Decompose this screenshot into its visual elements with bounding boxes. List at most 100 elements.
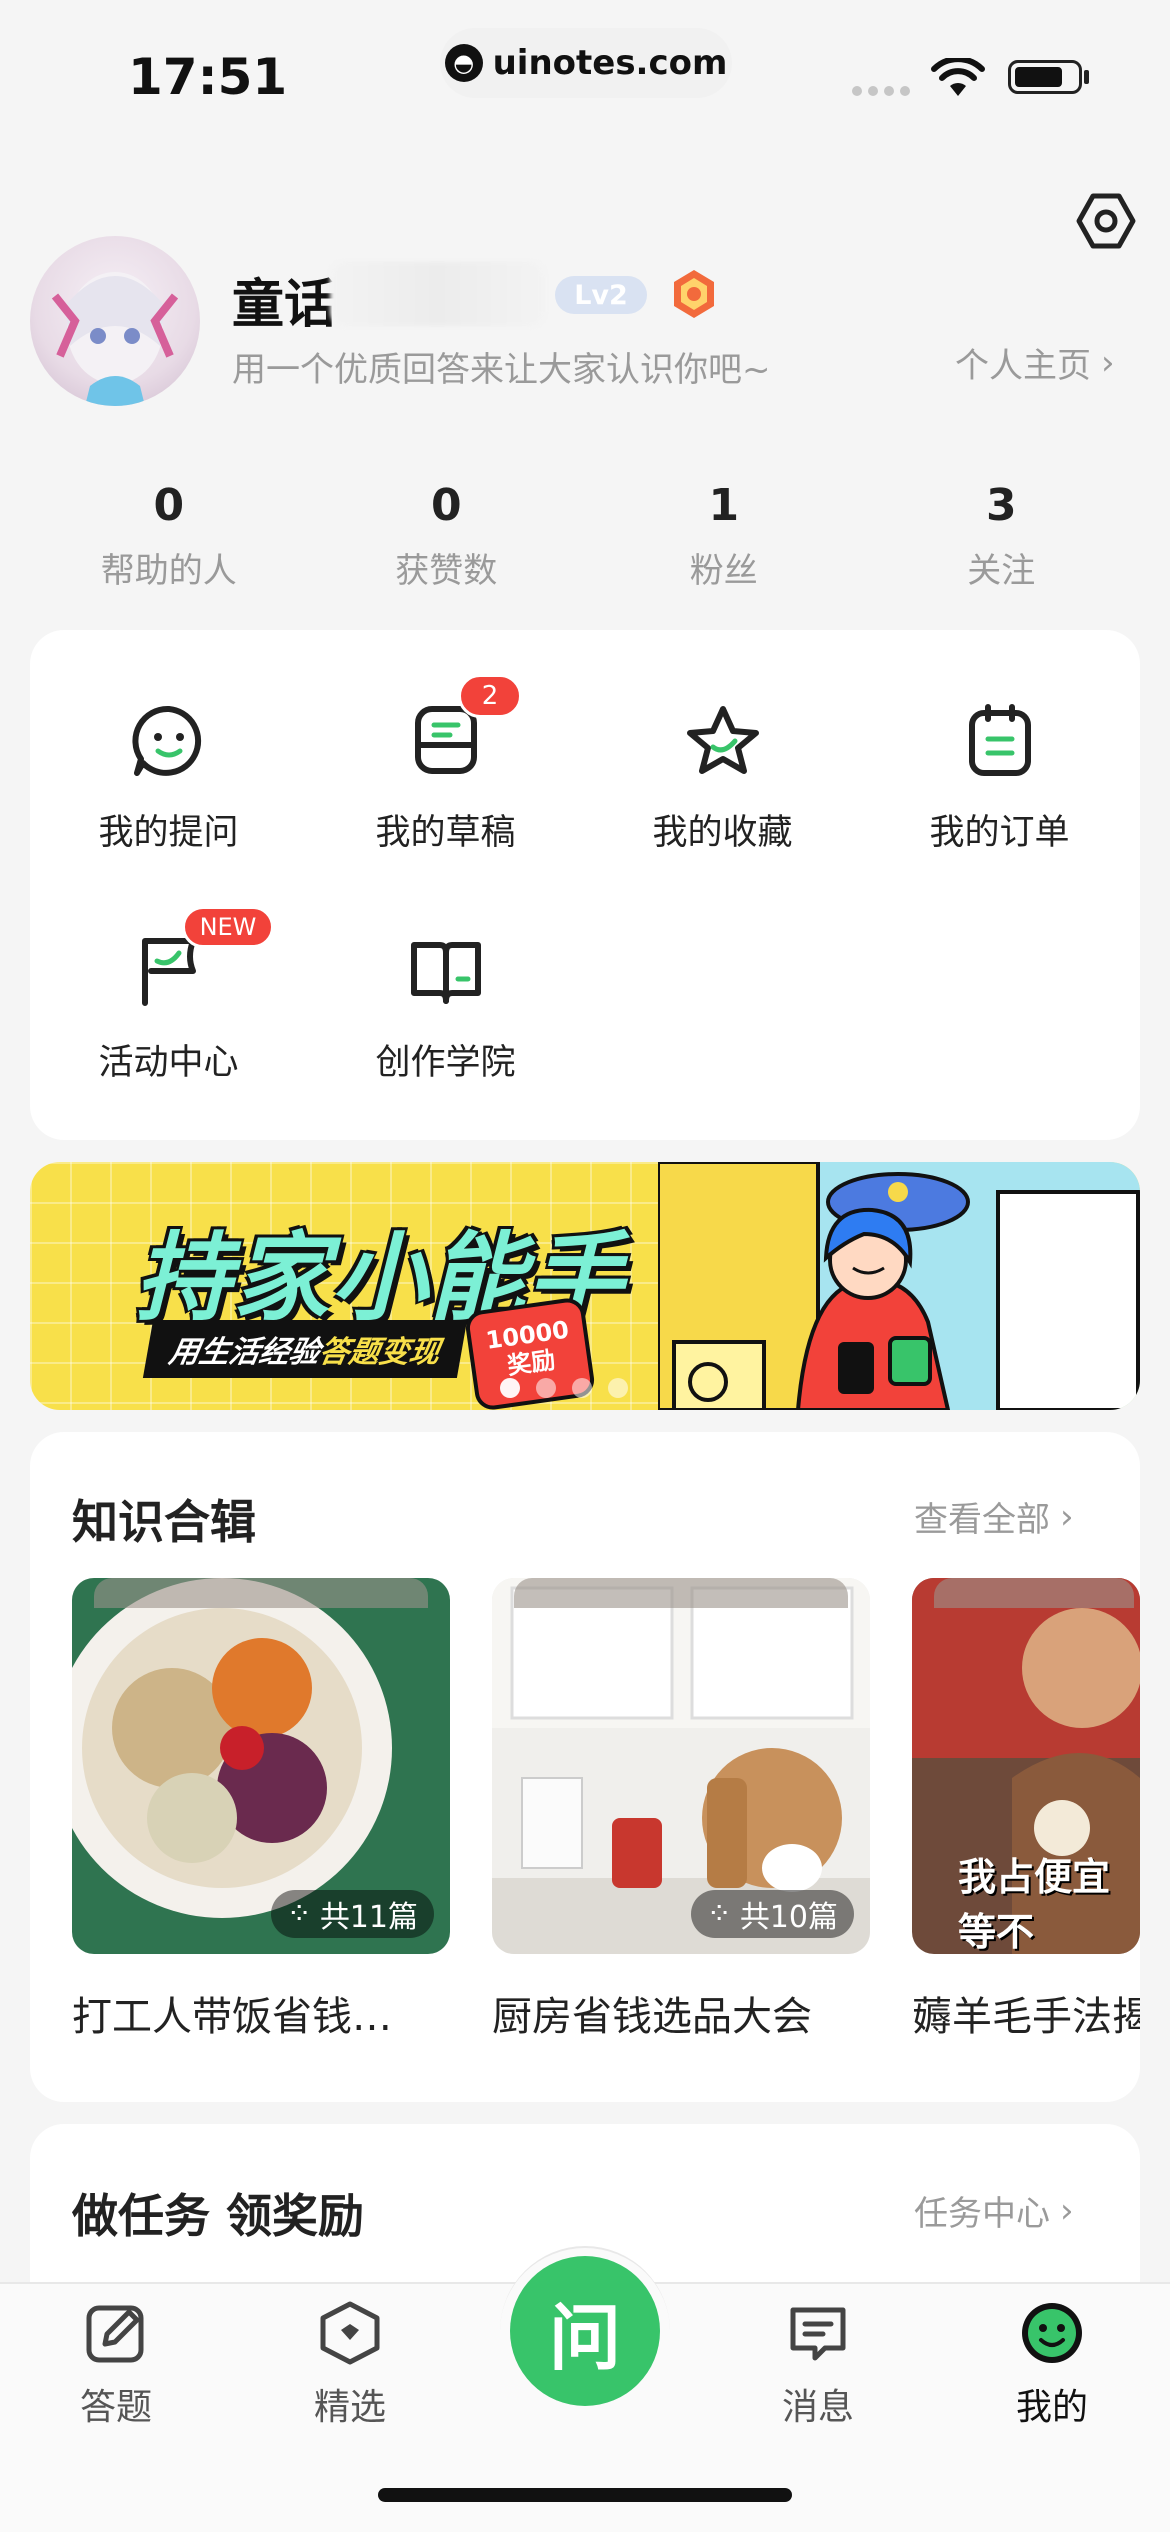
task-center-label: 任务中心: [914, 2194, 1050, 2234]
homepage-link[interactable]: 个人主页 ›: [955, 338, 1115, 387]
collection-stack-edge: [94, 1578, 428, 1608]
cellular-signal-icon: [852, 86, 910, 96]
stat-followers[interactable]: 1 粉丝: [585, 480, 863, 592]
stat-label: 粉丝: [689, 551, 758, 591]
tab-mine[interactable]: 我的: [972, 2300, 1132, 2430]
carousel-dot[interactable]: [500, 1378, 520, 1398]
shortcut-my-orders[interactable]: 我的订单: [861, 696, 1138, 855]
shortcut-label: 我的订单: [929, 813, 1070, 853]
battery-icon: [1008, 60, 1082, 94]
shortcut-label: 活动中心: [98, 1043, 239, 1083]
collection-count-text: 共11篇: [319, 1900, 418, 1935]
url-text: uinotes.com: [492, 43, 728, 83]
avatar-illustration: [51, 272, 179, 406]
shortcut-label: 我的提问: [98, 813, 239, 853]
ask-question-button[interactable]: 问: [510, 2256, 660, 2406]
stat-likes[interactable]: 0 获赞数: [308, 480, 586, 592]
stat-value: 0: [430, 480, 462, 531]
chevron-right-icon: ›: [1101, 342, 1115, 383]
tab-answer[interactable]: 答题: [36, 2300, 196, 2430]
grid-icon: ⁘: [286, 1896, 312, 1932]
meme-caption: 我占便宜 等不: [958, 1855, 1111, 1954]
promo-banner[interactable]: 持家小能手 用生活经验 答题变现 10000 奖励: [30, 1162, 1140, 1410]
shortcut-grid: 我的提问 我的草稿 我的收藏 我的订单 活动中心 创作学院 2 NEW: [30, 630, 1140, 1140]
stat-value: 3: [985, 480, 1017, 531]
collection-stack-edge: [934, 1578, 1134, 1608]
collection-stack-edge: [514, 1578, 848, 1608]
collection-thumbnail: 我占便宜 等不: [912, 1578, 1140, 1954]
shortcut-my-favorites[interactable]: 我的收藏: [584, 696, 861, 855]
tasks-title: 做任务 领奖励: [72, 2189, 365, 2243]
book-icon: [401, 926, 491, 1016]
star-icon: [678, 696, 768, 786]
tab-featured[interactable]: 精选: [270, 2300, 430, 2430]
new-badge: NEW: [182, 906, 274, 948]
collection-thumbnail: ⁘ 共11篇: [72, 1578, 450, 1954]
banner-subtitle-a: 用生活经验: [166, 1335, 323, 1370]
status-time: 17:51: [128, 48, 288, 106]
order-icon: [955, 696, 1045, 786]
shortcut-my-drafts[interactable]: 我的草稿: [307, 696, 584, 855]
url-pill[interactable]: ◓ uinotes.com: [440, 28, 732, 98]
collection-title: 薅羊毛手法揭: [912, 1994, 1140, 2040]
shortcut-label: 创作学院: [375, 1043, 516, 1083]
collection-count-text: 共10篇: [739, 1900, 838, 1935]
avatar[interactable]: [30, 236, 200, 406]
username: 童话: [232, 275, 337, 335]
shortcut-label: 我的草稿: [375, 813, 516, 853]
profile-bio: 用一个优质回答来让大家认识你吧~: [232, 350, 771, 390]
carousel-dot[interactable]: [536, 1378, 556, 1398]
medal-icon[interactable]: [670, 268, 718, 320]
tab-label: 消息: [781, 2387, 854, 2428]
chevron-right-icon: ›: [1060, 2190, 1074, 2231]
stat-label: 获赞数: [395, 551, 498, 591]
collection-item[interactable]: 我占便宜 等不 薅羊毛手法揭: [912, 1578, 1140, 2042]
homepage-link-label: 个人主页: [955, 346, 1091, 386]
battery-cap: [1084, 70, 1089, 84]
collection-item[interactable]: ⁘ 共10篇 厨房省钱选品大会: [492, 1578, 870, 2042]
stat-following[interactable]: 3 关注: [863, 480, 1141, 592]
collection-count: ⁘ 共11篇: [270, 1890, 434, 1938]
site-logo-icon: ◓: [444, 44, 483, 82]
smiley-face-icon: [1022, 2303, 1082, 2363]
banner-illustration: [658, 1162, 1140, 1410]
stat-value: 0: [153, 480, 185, 531]
knowledge-collection-card: 知识合辑 查看全部 › ⁘ 共11篇 打工人带饭省钱… ⁘ 共10篇 厨房省钱选…: [30, 1432, 1140, 2102]
collection-thumbnail: ⁘ 共10篇: [492, 1578, 870, 1954]
shortcut-label: 我的收藏: [652, 813, 793, 853]
tab-messages[interactable]: 消息: [738, 2300, 898, 2430]
stat-helped[interactable]: 0 帮助的人: [30, 480, 308, 592]
stats-row: 0 帮助的人 0 获赞数 1 粉丝 3 关注: [30, 480, 1140, 592]
carousel-dot[interactable]: [572, 1378, 592, 1398]
username-redacted: [330, 262, 545, 326]
question-bubble-icon: [124, 696, 214, 786]
level-badge[interactable]: Lv2: [555, 276, 647, 314]
tab-label: 答题: [79, 2387, 152, 2428]
home-indicator: [378, 2488, 792, 2502]
shortcut-my-questions[interactable]: 我的提问: [30, 696, 307, 855]
stat-label: 帮助的人: [100, 551, 237, 591]
carousel-dots: [500, 1378, 628, 1398]
stat-label: 关注: [967, 551, 1036, 591]
wifi-icon: [931, 58, 985, 96]
shortcut-activity-center[interactable]: 活动中心: [30, 926, 307, 1085]
view-all-link[interactable]: 查看全部 ›: [914, 1492, 1074, 1541]
view-all-label: 查看全部: [914, 1500, 1050, 1540]
collection-title: 厨房省钱选品大会: [492, 1994, 812, 2040]
tab-label: 精选: [313, 2387, 386, 2428]
featured-shield-icon: [320, 2301, 380, 2365]
grid-icon: ⁘: [706, 1896, 732, 1932]
tab-label: 我的: [1015, 2387, 1088, 2428]
collection-item[interactable]: ⁘ 共11篇 打工人带饭省钱…: [72, 1578, 450, 2042]
message-icon: [790, 2307, 846, 2361]
banner-subtitle-b: 答题变现: [316, 1335, 443, 1370]
settings-icon[interactable]: [1075, 190, 1137, 252]
edit-icon: [86, 2305, 144, 2363]
drafts-count-badge: 2: [458, 674, 522, 718]
knowledge-title: 知识合辑: [72, 1495, 256, 1549]
shortcut-creator-academy[interactable]: 创作学院: [307, 926, 584, 1085]
collection-count: ⁘ 共10篇: [690, 1890, 854, 1938]
stat-value: 1: [708, 480, 740, 531]
carousel-dot[interactable]: [608, 1378, 628, 1398]
task-center-link[interactable]: 任务中心 ›: [914, 2186, 1074, 2235]
